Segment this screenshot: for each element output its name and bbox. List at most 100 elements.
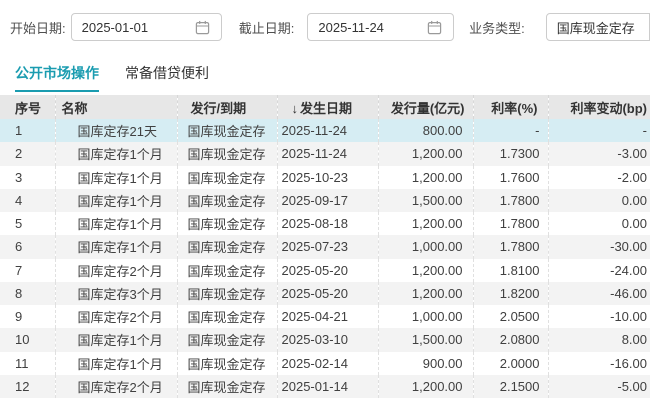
table-cell: 1,200.00 (378, 375, 473, 398)
table-cell: 1.7300 (473, 142, 548, 165)
table-cell: 8 (0, 282, 55, 305)
table-cell: 国库定存1个月 (55, 142, 177, 165)
tab-open-market-operations[interactable]: 公开市场操作 (15, 65, 99, 92)
table-cell: 国库现金定存 (177, 212, 277, 235)
column-header-rate[interactable]: 利率(%) (473, 95, 548, 119)
calendar-icon[interactable] (195, 20, 210, 35)
table-cell: 国库定存3个月 (55, 282, 177, 305)
table-cell: 国库定存21天 (55, 119, 177, 142)
table-cell: 2025-09-17 (277, 189, 378, 212)
column-header-date[interactable]: ↓发生日期 (277, 95, 378, 119)
table-row[interactable]: 6国库定存1个月国库现金定存2025-07-231,000.001.7800-3… (0, 235, 650, 258)
column-header-name[interactable]: 名称 (55, 95, 177, 119)
table-cell: 1,200.00 (378, 212, 473, 235)
table-cell: 1,200.00 (378, 142, 473, 165)
table-cell: 2025-05-20 (277, 259, 378, 282)
table-cell: 1,000.00 (378, 235, 473, 258)
table-cell: -30.00 (548, 235, 650, 258)
table-row[interactable]: 2国库定存1个月国库现金定存2025-11-241,200.001.7300-3… (0, 142, 650, 165)
table-row[interactable]: 11国库定存1个月国库现金定存2025-02-14900.002.0000-16… (0, 352, 650, 375)
operations-table: 序号 名称 发行/到期 ↓发生日期 发行量(亿元) 利率(%) 利率变动(bp)… (0, 95, 650, 398)
end-date-input[interactable]: 2025-11-24 (307, 13, 454, 41)
table-cell: 国库定存1个月 (55, 328, 177, 351)
table-cell: 国库现金定存 (177, 142, 277, 165)
column-header-issue-maturity[interactable]: 发行/到期 (177, 95, 277, 119)
column-header-index[interactable]: 序号 (0, 95, 55, 119)
table-cell: 国库定存2个月 (55, 305, 177, 328)
sort-descending-icon[interactable]: ↓ (292, 101, 299, 116)
table-body: 1国库定存21天国库现金定存2025-11-24800.00--2国库定存1个月… (0, 119, 650, 398)
table-cell: 国库定存1个月 (55, 189, 177, 212)
table-cell: - (473, 119, 548, 142)
table-cell: 2025-07-23 (277, 235, 378, 258)
start-date-value: 2025-01-01 (82, 20, 149, 35)
table-cell: 1,200.00 (378, 282, 473, 305)
table-cell: 1,200.00 (378, 259, 473, 282)
table-cell: 国库现金定存 (177, 119, 277, 142)
table-row[interactable]: 1国库定存21天国库现金定存2025-11-24800.00-- (0, 119, 650, 142)
table-row[interactable]: 10国库定存1个月国库现金定存2025-03-101,500.002.08008… (0, 328, 650, 351)
table-cell: 2025-03-10 (277, 328, 378, 351)
table-cell: 国库定存2个月 (55, 375, 177, 398)
table-cell: 国库现金定存 (177, 305, 277, 328)
table-cell: 国库现金定存 (177, 328, 277, 351)
table-cell: 1,500.00 (378, 189, 473, 212)
table-row[interactable]: 8国库定存3个月国库现金定存2025-05-201,200.001.8200-4… (0, 282, 650, 305)
tab-bar: 公开市场操作 常备借贷便利 (15, 65, 650, 92)
table-cell: 国库现金定存 (177, 259, 277, 282)
table-cell: 国库定存1个月 (55, 352, 177, 375)
table-cell: 2025-10-23 (277, 166, 378, 189)
business-type-label: 业务类型: (469, 18, 525, 37)
table-cell: 国库现金定存 (177, 375, 277, 398)
table-cell: 国库现金定存 (177, 166, 277, 189)
column-header-date-label: 发生日期 (300, 101, 352, 116)
business-type-select[interactable]: 国库现金定存 (546, 13, 650, 41)
table-cell: 1.7800 (473, 212, 548, 235)
table-cell: 10 (0, 328, 55, 351)
end-date-value: 2025-11-24 (318, 20, 384, 35)
table-row[interactable]: 4国库定存1个月国库现金定存2025-09-171,500.001.78000.… (0, 189, 650, 212)
start-date-input[interactable]: 2025-01-01 (71, 13, 222, 41)
calendar-icon[interactable] (427, 20, 442, 35)
table-cell: 1.8200 (473, 282, 548, 305)
table-cell: 国库定存1个月 (55, 166, 177, 189)
table-cell: -24.00 (548, 259, 650, 282)
table-cell: -2.00 (548, 166, 650, 189)
table-cell: 8.00 (548, 328, 650, 351)
end-date-label: 截止日期: (239, 18, 295, 37)
table-cell: 国库现金定存 (177, 282, 277, 305)
filter-bar: 开始日期: 2025-01-01 截止日期: 2025-11-24 业务类型: … (0, 13, 650, 41)
table-cell: 4 (0, 189, 55, 212)
table-cell: 7 (0, 259, 55, 282)
table-cell: 900.00 (378, 352, 473, 375)
table-cell: 2025-11-24 (277, 142, 378, 165)
table-cell: 国库定存1个月 (55, 212, 177, 235)
table-cell: 2025-05-20 (277, 282, 378, 305)
start-date-label: 开始日期: (10, 18, 66, 37)
table-cell: -46.00 (548, 282, 650, 305)
table-row[interactable]: 7国库定存2个月国库现金定存2025-05-201,200.001.8100-2… (0, 259, 650, 282)
table-cell: 12 (0, 375, 55, 398)
table-cell: 2025-08-18 (277, 212, 378, 235)
table-cell: 2.1500 (473, 375, 548, 398)
table-cell: 1 (0, 119, 55, 142)
table-cell: 9 (0, 305, 55, 328)
table-row[interactable]: 5国库定存1个月国库现金定存2025-08-181,200.001.78000.… (0, 212, 650, 235)
table-cell: 1.7800 (473, 235, 548, 258)
table-cell: 1,200.00 (378, 166, 473, 189)
table-cell: 1.8100 (473, 259, 548, 282)
table-row[interactable]: 12国库定存2个月国库现金定存2025-01-141,200.002.1500-… (0, 375, 650, 398)
table-row[interactable]: 9国库定存2个月国库现金定存2025-04-211,000.002.0500-1… (0, 305, 650, 328)
tab-standing-lending-facility[interactable]: 常备借贷便利 (125, 65, 209, 92)
table-row[interactable]: 3国库定存1个月国库现金定存2025-10-231,200.001.7600-2… (0, 166, 650, 189)
table-cell: 2025-11-24 (277, 119, 378, 142)
table-cell: 国库现金定存 (177, 235, 277, 258)
table-cell: 国库现金定存 (177, 352, 277, 375)
table-cell: -16.00 (548, 352, 650, 375)
table-cell: - (548, 119, 650, 142)
column-header-volume[interactable]: 发行量(亿元) (378, 95, 473, 119)
table-cell: 6 (0, 235, 55, 258)
column-header-rate-change[interactable]: 利率变动(bp) (548, 95, 650, 119)
table-header-row: 序号 名称 发行/到期 ↓发生日期 发行量(亿元) 利率(%) 利率变动(bp) (0, 95, 650, 119)
table-cell: 0.00 (548, 212, 650, 235)
